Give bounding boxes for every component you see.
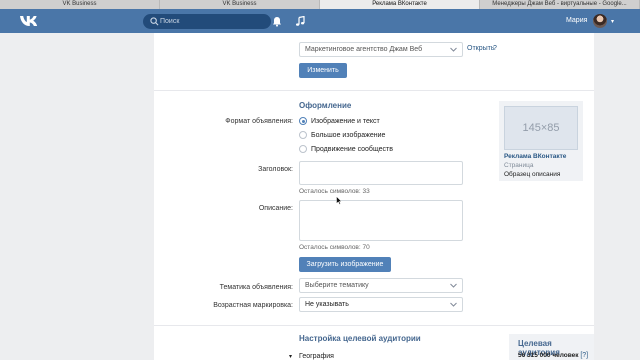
browser-tab-bar: VK Business VK Business Реклама ВКонтакт… — [0, 0, 640, 9]
help-icon[interactable]: ? — [493, 45, 497, 52]
description-label: Описание: — [258, 205, 293, 212]
preview-image-placeholder: 145×85 — [504, 106, 578, 150]
triangle-down-icon[interactable]: ▾ — [289, 353, 292, 360]
headline-input[interactable] — [299, 161, 463, 185]
preview-subtitle: Страница — [504, 162, 534, 169]
headline-label: Заголовок: — [258, 166, 293, 173]
topic-select-value: Выберите тематику — [305, 282, 369, 289]
section-title-targeting: Настройка целевой аудитории — [299, 334, 421, 343]
geo-section-toggle[interactable]: География — [299, 353, 334, 360]
section-title-design: Оформление — [299, 101, 352, 110]
age-select-value: Не указывать — [305, 301, 349, 308]
age-select[interactable]: Не указывать — [299, 297, 463, 312]
ad-editor-page: Маркетинговое агентство Джам Веб Открыть… — [154, 33, 594, 360]
radio-label-big-image[interactable]: Большое изображение — [311, 132, 385, 139]
radio-big-image[interactable] — [299, 131, 307, 139]
audience-box: Целевая аудитория 56 315 000 человек [?] — [509, 334, 594, 360]
change-button[interactable]: Изменить — [299, 63, 347, 78]
radio-label-community-promo[interactable]: Продвижение сообществ — [311, 146, 393, 153]
agency-select[interactable]: Маркетинговое агентство Джам Веб — [299, 42, 463, 57]
radio-community-promo[interactable] — [299, 145, 307, 153]
divider — [154, 90, 594, 91]
browser-tab[interactable]: VK Business — [160, 0, 320, 9]
chevron-down-icon — [450, 47, 457, 52]
format-label: Формат объявления: — [225, 118, 293, 125]
chevron-down-icon — [450, 283, 457, 288]
divider — [154, 325, 594, 326]
audience-help-link[interactable]: [?] — [580, 352, 588, 359]
browser-tab[interactable]: VK Business — [0, 0, 160, 9]
search-input[interactable] — [160, 14, 265, 29]
age-label: Возрастная маркировка: — [213, 302, 293, 309]
search-box[interactable] — [143, 14, 271, 29]
bell-icon[interactable] — [272, 16, 282, 27]
headline-chars-left: Осталось символов: 33 — [299, 188, 370, 195]
ad-preview: 145×85 Реклама ВКонтакте Страница Образе… — [499, 101, 583, 181]
chevron-down-icon[interactable]: ▾ — [611, 18, 614, 25]
cursor-icon — [336, 196, 342, 205]
avatar[interactable] — [593, 14, 607, 28]
radio-label-image-text[interactable]: Изображение и текст — [311, 118, 380, 125]
audience-count-value: 56 315 000 человек — [518, 352, 579, 359]
chevron-down-icon — [450, 302, 457, 307]
open-link[interactable]: Открыть — [467, 45, 495, 52]
description-input[interactable] — [299, 200, 463, 241]
agency-select-value: Маркетинговое агентство Джам Веб — [305, 46, 423, 53]
upload-image-button[interactable]: Загрузить изображение — [299, 257, 391, 272]
browser-tab-active[interactable]: Реклама ВКонтакте — [320, 0, 480, 9]
topic-label: Тематика объявления: — [219, 284, 293, 291]
vk-logo-icon — [20, 16, 38, 26]
topic-select[interactable]: Выберите тематику — [299, 278, 463, 293]
audience-count: 56 315 000 человек [?] — [518, 352, 588, 359]
music-icon[interactable] — [295, 16, 305, 27]
preview-description: Образец описания — [504, 171, 561, 178]
top-header: Мария ▾ — [0, 9, 640, 33]
user-name[interactable]: Мария — [566, 17, 587, 24]
vk-logo[interactable] — [19, 14, 39, 28]
search-icon — [150, 17, 159, 26]
browser-tab[interactable]: Менеджеры Джам Веб - виртуальные - Googl… — [480, 0, 640, 9]
radio-image-text[interactable] — [299, 117, 307, 125]
description-chars-left: Осталось символов: 70 — [299, 244, 370, 251]
preview-title[interactable]: Реклама ВКонтакте — [504, 153, 566, 160]
